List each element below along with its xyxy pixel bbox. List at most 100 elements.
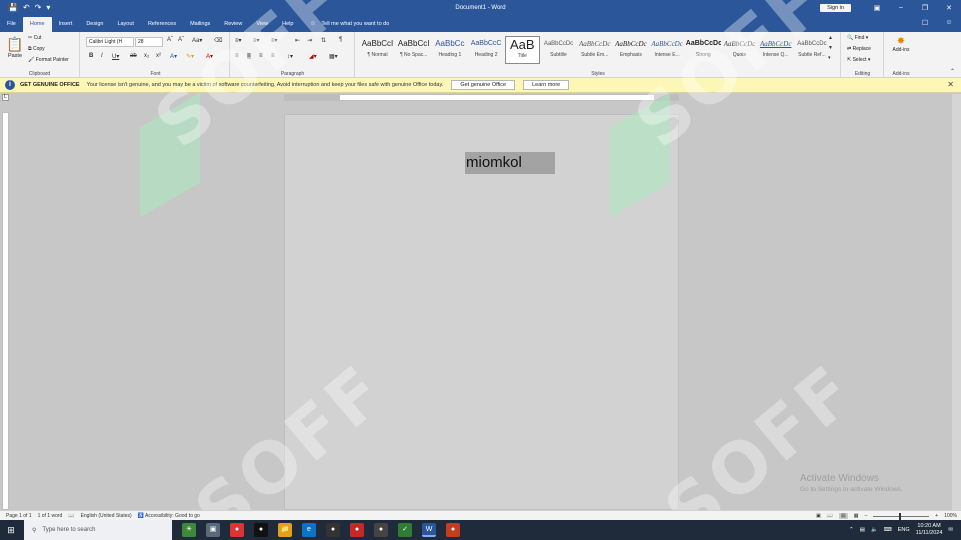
windows-start-icon[interactable]: ⊞ <box>0 525 22 536</box>
tray-overflow-icon[interactable]: ⌃ <box>849 527 854 533</box>
styles-scroll-down-icon[interactable]: ▼ <box>828 45 833 51</box>
align-center-icon[interactable]: ≡ <box>247 53 251 59</box>
customize-icon[interactable]: ▾ <box>46 3 50 12</box>
app-icon[interactable]: ● <box>326 523 340 537</box>
numbering-icon[interactable]: ≡▾ <box>253 37 260 44</box>
style-item[interactable]: AaBbCc Heading 1 <box>432 36 467 64</box>
style-item[interactable]: AaBbCcDc Quote <box>722 36 757 64</box>
cut-button[interactable]: ✂ Cut <box>28 35 41 41</box>
edge-browser-icon[interactable]: e <box>302 523 316 537</box>
italic-icon[interactable]: I <box>101 53 103 59</box>
copy-button[interactable]: ⧉ Copy <box>28 46 45 52</box>
change-case-icon[interactable]: Aa▾ <box>192 37 202 44</box>
shrink-font-icon[interactable]: Aˇ <box>178 37 184 43</box>
increase-indent-icon[interactable]: ⇥ <box>307 37 312 44</box>
strikethrough-icon[interactable]: ab <box>130 53 137 59</box>
comments-icon[interactable]: ☐ <box>913 19 937 27</box>
restore-icon[interactable]: ❐ <box>913 4 937 12</box>
tab-design[interactable]: Design <box>79 17 110 32</box>
tab-mailings[interactable]: Mailings <box>183 17 217 32</box>
zoom-in-icon[interactable]: + <box>935 513 938 519</box>
app-icon[interactable]: ● <box>446 523 460 537</box>
print-layout-icon[interactable]: ▤ <box>839 513 848 519</box>
show-marks-icon[interactable]: ¶ <box>339 37 342 43</box>
font-color-icon[interactable]: A▾ <box>206 53 213 60</box>
tab-selector[interactable]: L <box>2 94 9 101</box>
accessibility-status[interactable]: ♿ Accessibility: Good to go <box>138 513 200 519</box>
styles-more-icon[interactable]: ▾ <box>828 55 831 61</box>
file-explorer-icon[interactable]: 📁 <box>278 523 292 537</box>
learn-more-button[interactable]: Learn more <box>523 80 570 90</box>
style-item[interactable]: AaBbCcI ¶ Normal <box>360 36 395 64</box>
bold-icon[interactable]: B <box>89 53 93 59</box>
highlight-icon[interactable]: ✎▾ <box>186 53 194 60</box>
sort-icon[interactable]: ⇅ <box>321 37 326 44</box>
tab-help[interactable]: Help <box>275 17 300 32</box>
ribbon-display-icon[interactable]: ▣ <box>865 4 889 12</box>
style-item[interactable]: AaB Title <box>504 36 540 64</box>
format-painter-button[interactable]: 🖌 Format Painter <box>28 57 69 63</box>
font-family-select[interactable]: Calibri Light (H <box>86 37 134 47</box>
shading-icon[interactable]: ◢▾ <box>309 53 317 60</box>
text-effects-icon[interactable]: A▾ <box>170 53 177 60</box>
bullets-icon[interactable]: ≡▾ <box>235 37 242 44</box>
subscript-icon[interactable]: x₂ <box>144 53 149 59</box>
underline-icon[interactable]: U▾ <box>112 53 119 60</box>
app-icon[interactable]: ● <box>350 523 364 537</box>
replace-button[interactable]: ⇄ Replace <box>847 46 871 52</box>
save-icon[interactable]: 💾 <box>8 3 18 12</box>
app-icon[interactable]: ● <box>254 523 268 537</box>
document-text[interactable]: miomkol <box>465 152 555 174</box>
style-item[interactable]: AaBbCcDc Subtitle <box>541 36 576 64</box>
find-button[interactable]: 🔍 Find ▾ <box>847 35 868 41</box>
app-icon[interactable]: ✓ <box>398 523 412 537</box>
taskbar-clock[interactable]: 10:20 AM 11/11/2024 <box>916 523 943 537</box>
tab-file[interactable]: File <box>0 17 23 32</box>
get-genuine-office-button[interactable]: Get genuine Office <box>451 80 516 90</box>
focus-mode-icon[interactable]: ▣ <box>816 513 821 519</box>
page-count[interactable]: Page 1 of 1 <box>6 513 32 519</box>
notifications-icon[interactable]: ✉ <box>948 527 953 533</box>
close-bar-icon[interactable]: ✕ <box>947 80 954 89</box>
volume-icon[interactable]: 🔈 <box>871 527 878 533</box>
input-language[interactable]: ENG <box>898 527 910 533</box>
vertical-scrollbar[interactable] <box>952 94 961 510</box>
style-item[interactable]: AaBbCcC Heading 2 <box>469 36 504 64</box>
style-item[interactable]: AaBbCcDc Subtle Ref... <box>794 36 829 64</box>
network-icon[interactable]: ▤ <box>860 527 865 533</box>
tab-view[interactable]: View <box>249 17 275 32</box>
language-status[interactable]: English (United States) <box>81 513 132 519</box>
app-icon[interactable]: ● <box>374 523 388 537</box>
web-layout-icon[interactable]: ▦ <box>854 513 859 519</box>
tab-review[interactable]: Review <box>217 17 249 32</box>
style-item[interactable]: AaBbCcI ¶ No Spac... <box>396 36 431 64</box>
zoom-slider[interactable] <box>873 512 930 520</box>
justify-icon[interactable]: ≡ <box>271 53 275 59</box>
word-app-icon[interactable]: W <box>422 523 436 537</box>
tab-insert[interactable]: Insert <box>52 17 80 32</box>
line-spacing-icon[interactable]: ↕▾ <box>287 53 293 60</box>
redo-icon[interactable]: ↷ <box>35 3 42 12</box>
tell-me-search[interactable]: ☉ Tell me what you want to do <box>310 17 389 32</box>
collapse-ribbon-icon[interactable]: ⌃ <box>950 68 955 75</box>
zoom-slider-thumb[interactable] <box>899 512 902 520</box>
align-right-icon[interactable]: ≡ <box>259 53 263 59</box>
undo-icon[interactable]: ↶ <box>23 3 30 12</box>
read-mode-icon[interactable]: 📖 <box>827 513 833 519</box>
addins-button[interactable]: ✸ Add-ins <box>885 36 917 53</box>
style-item[interactable]: AaBbCcDc Subtle Em... <box>577 36 612 64</box>
keyboard-icon[interactable]: ⌨ <box>884 527 892 533</box>
document-page[interactable]: miomkol <box>284 114 679 510</box>
borders-icon[interactable]: ▦▾ <box>329 53 338 60</box>
tab-home[interactable]: Home <box>22 17 52 32</box>
align-left-icon[interactable]: ≡ <box>235 53 239 59</box>
font-size-select[interactable]: 28 <box>135 37 163 47</box>
sign-in-button[interactable]: Sign in <box>820 3 851 12</box>
select-button[interactable]: ⇱ Select ▾ <box>847 57 870 63</box>
close-icon[interactable]: ✕ <box>937 4 961 12</box>
superscript-icon[interactable]: x² <box>156 53 161 59</box>
taskbar-search[interactable]: ⚲ Type here to search <box>24 520 172 540</box>
multilevel-list-icon[interactable]: ≡▾ <box>271 37 278 44</box>
task-view-icon[interactable]: ▣ <box>206 523 220 537</box>
tab-layout[interactable]: Layout <box>110 17 141 32</box>
